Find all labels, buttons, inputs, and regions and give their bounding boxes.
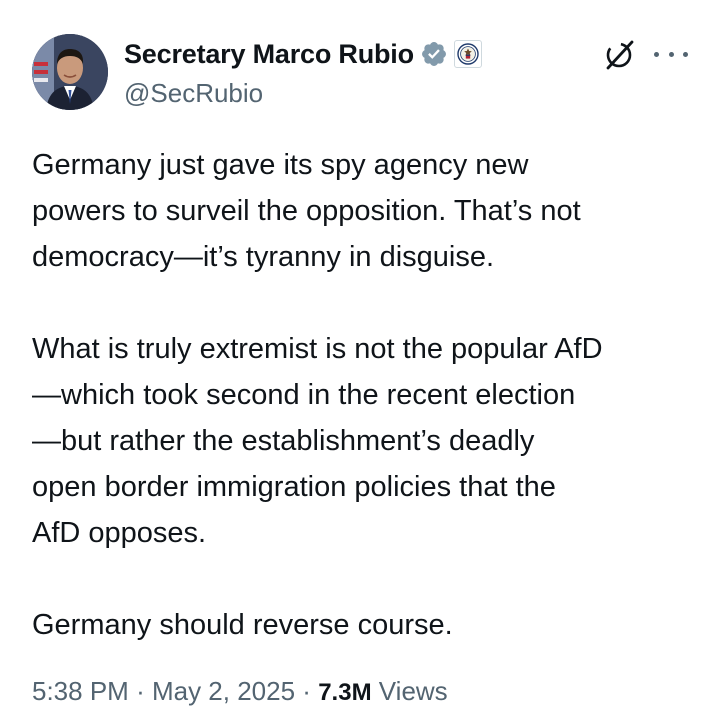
more-dot bbox=[654, 51, 659, 57]
tweet-date[interactable]: May 2, 2025 bbox=[152, 676, 295, 706]
author-handle[interactable]: @SecRubio bbox=[124, 78, 482, 109]
author-name-row: Secretary Marco Rubio bbox=[124, 34, 482, 74]
tweet-paragraph-3: Germany should reverse course. bbox=[32, 609, 453, 641]
tweet-paragraph-1: Germany just gave its spy agency new pow… bbox=[32, 149, 581, 273]
avatar-photo bbox=[32, 34, 108, 110]
state-department-seal-icon[interactable] bbox=[453, 40, 482, 68]
tweet-text: Germany just gave its spy agency new pow… bbox=[32, 142, 700, 648]
verified-badge-icon[interactable] bbox=[420, 40, 448, 68]
views-count[interactable]: 7.3M bbox=[318, 679, 371, 706]
author-display-name[interactable]: Secretary Marco Rubio bbox=[124, 39, 414, 70]
author-block: Secretary Marco Rubio @SecRubio bbox=[124, 34, 482, 109]
tweet-time[interactable]: 5:38 PM bbox=[32, 676, 129, 706]
tweet-meta: 5:38 PM · May 2, 2025 · 7.3M Views bbox=[32, 676, 448, 707]
meta-separator: · bbox=[136, 676, 145, 706]
more-options-icon[interactable] bbox=[654, 42, 688, 66]
more-dot bbox=[683, 51, 688, 57]
avatar[interactable] bbox=[32, 34, 108, 110]
more-dot bbox=[668, 51, 674, 57]
views-label: Views bbox=[378, 676, 448, 706]
grok-icon[interactable] bbox=[602, 38, 636, 72]
tweet-paragraph-2: What is truly extremist is not the popul… bbox=[32, 333, 603, 549]
meta-separator: · bbox=[302, 676, 311, 706]
tweet-card: Secretary Marco Rubio @SecRubio Germany … bbox=[0, 0, 720, 728]
